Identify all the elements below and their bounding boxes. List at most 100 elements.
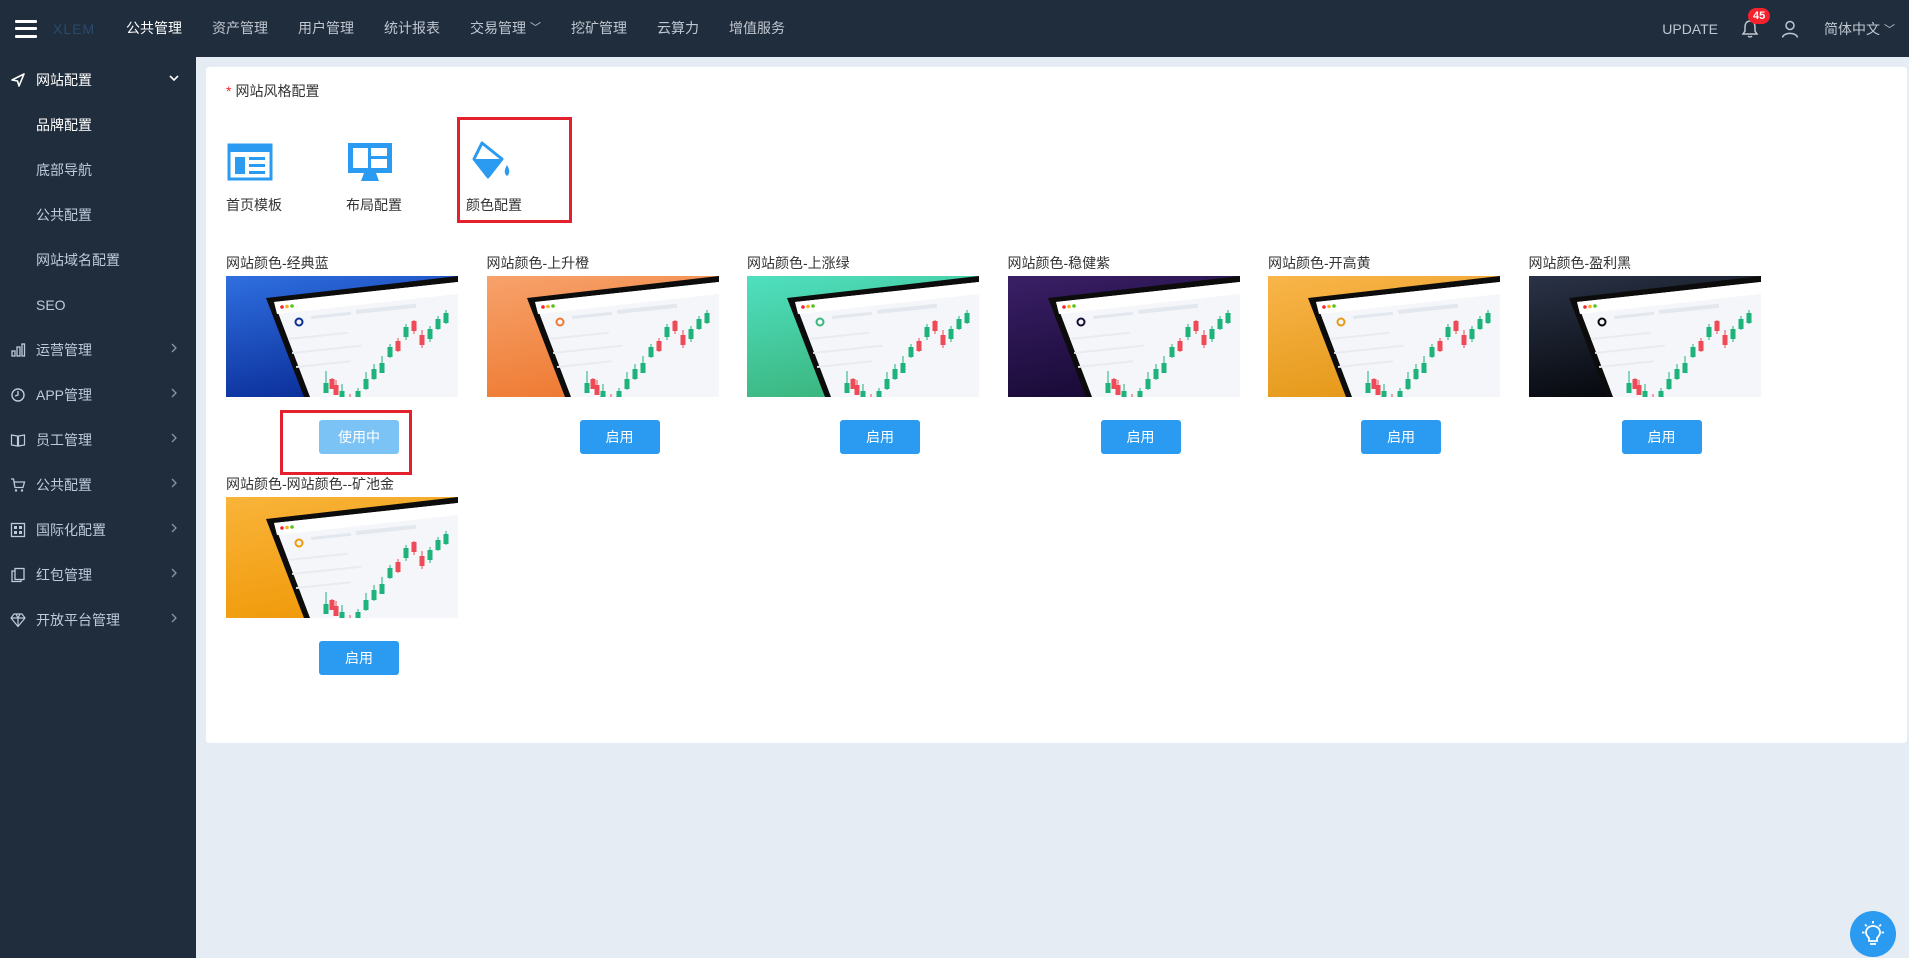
sidebar-group-label: 开放平台管理 bbox=[36, 611, 120, 628]
theme-preview-image bbox=[1007, 276, 1240, 397]
theme-card: 网站颜色-盈利黑 启用 bbox=[1528, 252, 1761, 454]
nav-item[interactable]: 挖矿管理 bbox=[556, 0, 642, 57]
nav-item[interactable]: 云算力 bbox=[642, 0, 714, 57]
section-title: * 网站风格配置 bbox=[226, 81, 319, 101]
sidebar-subitem[interactable]: 底部导航 bbox=[0, 147, 196, 192]
nav-item[interactable]: 用户管理 bbox=[283, 0, 369, 57]
notification-bell-icon[interactable]: 45 bbox=[1740, 7, 1771, 39]
nav-item[interactable]: 增值服务 bbox=[714, 0, 800, 57]
main-nav: 公共管理 资产管理 用户管理 统计报表 交易管理 ﹀ 挖矿管理 云算力 增值服务 bbox=[111, 0, 800, 57]
theme-name: 网站颜色-上涨绿 bbox=[747, 255, 850, 271]
book-icon bbox=[10, 432, 26, 448]
cart-icon bbox=[10, 477, 26, 493]
chevron-right-icon bbox=[168, 342, 180, 357]
theme-card: 网站颜色-网站颜色--矿池金启用 bbox=[226, 473, 458, 675]
sidebar-subitem[interactable]: SEO bbox=[0, 282, 196, 327]
language-select[interactable]: 简体中文 ﹀ bbox=[1824, 19, 1895, 39]
sidebar-group[interactable]: APP管理 bbox=[0, 372, 196, 417]
menu-toggle-icon[interactable] bbox=[15, 19, 37, 38]
sidebar-subitem[interactable]: 公共配置 bbox=[0, 192, 196, 237]
logo: XLEM bbox=[53, 20, 96, 37]
theme-card: 网站颜色-稳健紫启用 bbox=[1007, 252, 1240, 454]
nav-item-label: 统计报表 bbox=[384, 20, 440, 36]
sidebar-subitem[interactable]: 品牌配置 bbox=[0, 102, 196, 147]
copy-icon bbox=[10, 567, 26, 583]
tab-homepage-template[interactable]: 首页模板 bbox=[226, 137, 316, 215]
language-label: 简体中文 bbox=[1824, 20, 1880, 37]
sidebar: 网站配置 品牌配置 底部导航 公共配置 网站域名配置 SEO 运营管理 APP管理 员工管理 公共… bbox=[0, 57, 196, 958]
nav-item-label: 资产管理 bbox=[212, 20, 268, 36]
theme-card: 网站颜色-开高黄启用 bbox=[1268, 252, 1500, 454]
sidebar-group[interactable]: 网站配置 bbox=[0, 57, 196, 102]
theme-name: 网站颜色-开高黄 bbox=[1268, 255, 1371, 271]
nav-item-label: 用户管理 bbox=[298, 20, 354, 36]
chevron-right-icon bbox=[168, 387, 180, 402]
grid-icon bbox=[10, 522, 26, 538]
sidebar-group-label: APP管理 bbox=[36, 386, 93, 403]
sidebar-group-label: 公共配置 bbox=[36, 476, 92, 493]
selected-tab-highlight bbox=[457, 117, 572, 223]
nav-item-label: 公共管理 bbox=[126, 20, 182, 36]
nav-item-label: 交易管理 bbox=[470, 20, 526, 36]
sidebar-group[interactable]: 开放平台管理 bbox=[0, 597, 196, 642]
chevron-right-icon bbox=[168, 477, 180, 492]
theme-preview-image bbox=[226, 276, 458, 397]
tab-layout-config[interactable]: 布局配置 bbox=[346, 137, 436, 215]
section-title-text: 网站风格配置 bbox=[235, 83, 320, 99]
theme-card: 网站颜色-上升橙启用 bbox=[486, 252, 719, 454]
top-navbar: XLEM 公共管理 资产管理 用户管理 统计报表 交易管理 ﹀ 挖矿管理 云算力 增值服务 UP… bbox=[0, 0, 1909, 57]
theme-enable-button[interactable]: 启用 bbox=[840, 420, 920, 454]
sidebar-group[interactable]: 运营管理 bbox=[0, 327, 196, 372]
lightbulb-help-button[interactable] bbox=[1850, 911, 1896, 957]
notification-badge: 45 bbox=[1748, 7, 1771, 24]
sidebar-group-label: 员工管理 bbox=[36, 431, 92, 448]
lightbulb-icon bbox=[1862, 921, 1884, 945]
sidebar-group-label: 运营管理 bbox=[36, 341, 92, 358]
sidebar-group-label: 网站配置 bbox=[36, 71, 92, 88]
nav-item[interactable]: 资产管理 bbox=[197, 0, 283, 57]
theme-enable-button[interactable]: 启用 bbox=[1621, 420, 1702, 454]
theme-name: 网站颜色-经典蓝 bbox=[226, 255, 329, 271]
tab-label: 布局配置 bbox=[346, 197, 402, 213]
user-icon[interactable] bbox=[1780, 19, 1800, 39]
theme-enable-button[interactable]: 启用 bbox=[1100, 420, 1181, 454]
theme-enable-button[interactable]: 启用 bbox=[1361, 420, 1441, 454]
nav-item-label: 增值服务 bbox=[729, 20, 785, 36]
theme-preview-image bbox=[486, 276, 719, 397]
nav-item-label: 云算力 bbox=[657, 20, 699, 36]
sidebar-subitem[interactable]: 网站域名配置 bbox=[0, 237, 196, 282]
theme-enable-button[interactable]: 启用 bbox=[319, 641, 399, 675]
in-use-highlight bbox=[280, 410, 412, 475]
theme-name: 网站颜色-网站颜色--矿池金 bbox=[226, 476, 394, 492]
theme-name: 网站颜色-稳健紫 bbox=[1007, 255, 1111, 271]
chevron-down-icon bbox=[168, 72, 180, 87]
chevron-down-icon: ﹀ bbox=[530, 22, 541, 34]
sidebar-group-label: 国际化配置 bbox=[36, 521, 106, 538]
sidebar-group[interactable]: 员工管理 bbox=[0, 417, 196, 462]
monitor-layout-icon bbox=[348, 143, 392, 181]
theme-card: 网站颜色-经典蓝 使用中 bbox=[226, 252, 458, 454]
nav-item[interactable]: 统计报表 bbox=[369, 0, 455, 57]
theme-card: 网站颜色-上涨绿启用 bbox=[747, 252, 979, 454]
main-panel: * 网站风格配置 首页模板 布局配置 颜色配置 网站颜色-经典蓝 使用中网站颜色… bbox=[206, 67, 1907, 743]
send-icon bbox=[10, 72, 26, 88]
sidebar-group[interactable]: 国际化配置 bbox=[0, 507, 196, 552]
theme-name: 网站颜色-上升橙 bbox=[486, 255, 590, 271]
chevron-right-icon bbox=[168, 567, 180, 582]
theme-preview-image bbox=[747, 276, 979, 397]
sidebar-group[interactable]: 红包管理 bbox=[0, 552, 196, 597]
required-mark: * bbox=[226, 83, 232, 99]
clock-icon bbox=[10, 387, 26, 403]
chevron-down-icon: ﹀ bbox=[1884, 23, 1895, 36]
theme-preview-image bbox=[1528, 276, 1761, 397]
layout-template-icon bbox=[227, 143, 273, 181]
nav-item[interactable]: 交易管理 ﹀ bbox=[455, 0, 556, 57]
nav-item[interactable]: 公共管理 bbox=[111, 0, 197, 57]
chevron-right-icon bbox=[168, 612, 180, 627]
update-link[interactable]: UPDATE bbox=[1662, 21, 1718, 37]
sidebar-group[interactable]: 公共配置 bbox=[0, 462, 196, 507]
theme-enable-button[interactable]: 启用 bbox=[579, 420, 660, 454]
nav-item-label: 挖矿管理 bbox=[571, 20, 627, 36]
tab-label: 首页模板 bbox=[226, 197, 282, 213]
diamond-icon bbox=[10, 612, 26, 628]
